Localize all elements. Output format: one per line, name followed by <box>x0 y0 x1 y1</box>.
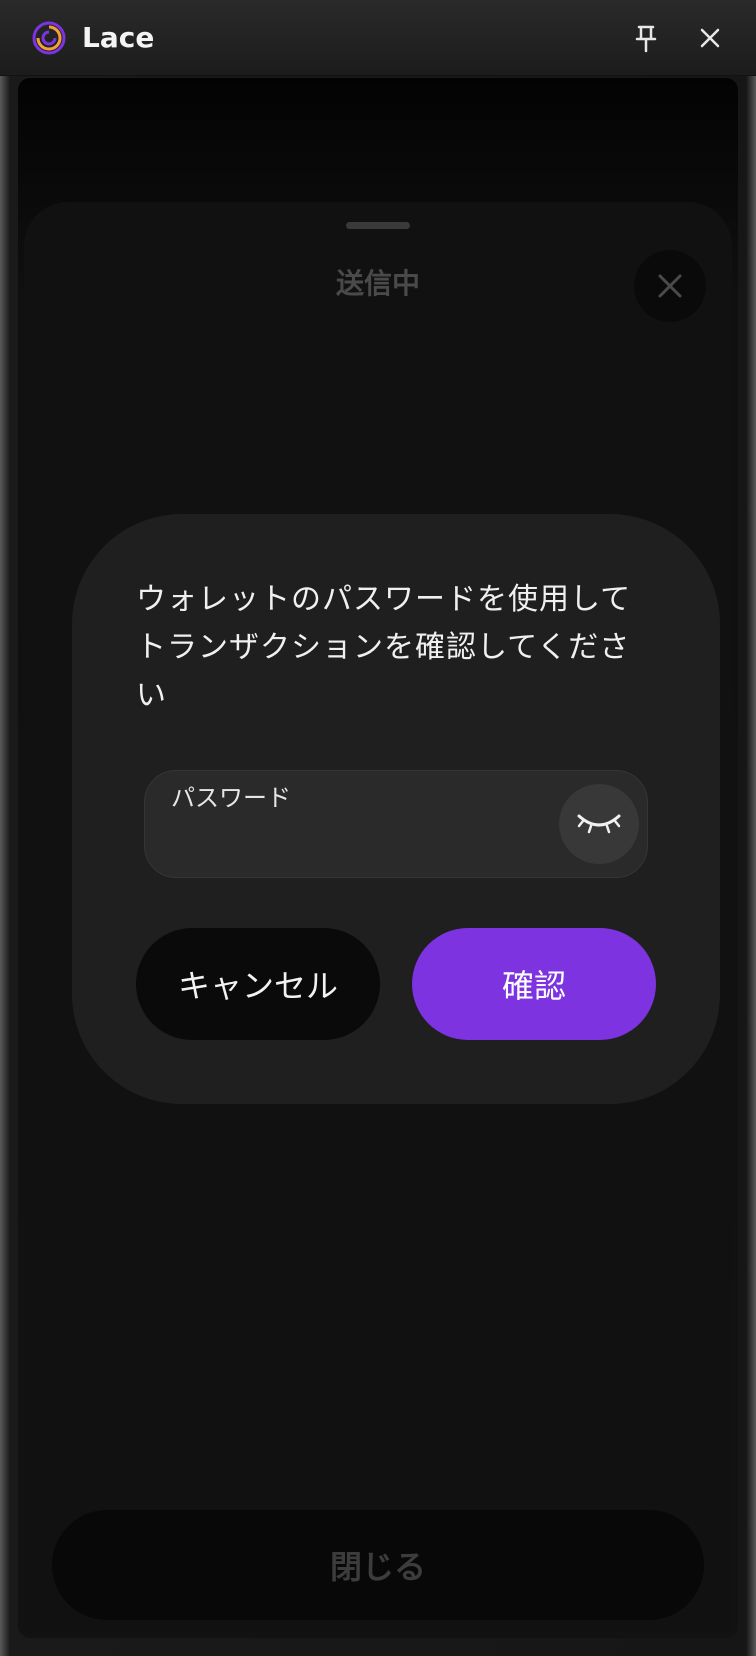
lace-logo-icon <box>32 21 66 55</box>
pin-icon <box>635 25 657 53</box>
sheet-close-button[interactable] <box>634 250 706 322</box>
sheet-title: 送信中 <box>335 267 420 300</box>
cancel-button[interactable]: キャンセル <box>136 928 380 1040</box>
close-window-button[interactable] <box>694 22 726 54</box>
password-visibility-toggle[interactable] <box>559 784 639 864</box>
password-label: パスワード <box>171 784 291 812</box>
eye-closed-icon <box>577 814 621 834</box>
password-input[interactable] <box>171 821 551 861</box>
confirm-button[interactable]: 確認 <box>412 928 656 1040</box>
main-content: 送信中 閉じる ウォレットのパスワードを使用してトランザクションを確認してくださ… <box>18 78 738 1638</box>
dialog-actions: キャンセル 確認 <box>136 928 656 1040</box>
app-window: Lace 送信中 閉じる ウォレットのパスワードを使用してトランザクションを確認… <box>0 0 756 1656</box>
close-icon <box>700 28 720 48</box>
password-field[interactable]: パスワード <box>144 770 648 878</box>
drag-handle[interactable] <box>346 222 410 229</box>
app-title: Lace <box>82 21 155 54</box>
close-sheet-button[interactable]: 閉じる <box>52 1510 704 1620</box>
window-titlebar: Lace <box>0 0 756 76</box>
dialog-message: ウォレットのパスワードを使用してトランザクションを確認してください <box>136 582 632 713</box>
close-icon <box>658 274 682 298</box>
password-confirm-dialog: ウォレットのパスワードを使用してトランザクションを確認してください パスワード … <box>72 514 720 1104</box>
pin-button[interactable] <box>630 22 662 54</box>
